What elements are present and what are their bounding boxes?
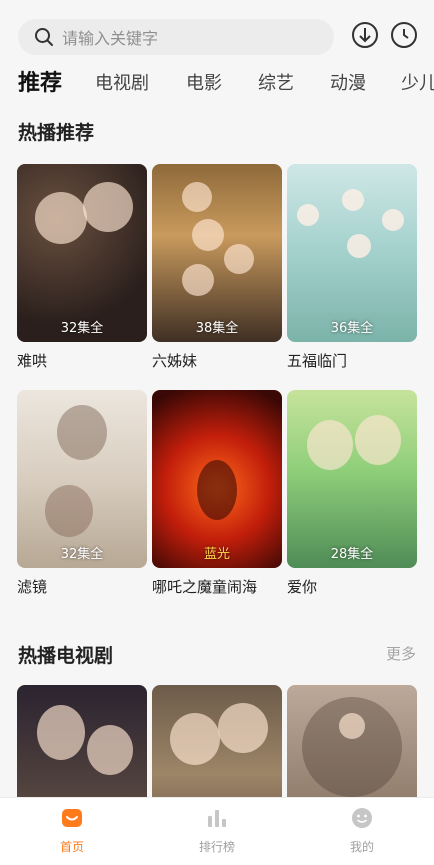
search-placeholder: 请输入关键字 [62,29,159,48]
tab-recommend[interactable]: 推荐 [18,66,62,102]
media-card[interactable]: 28集全 爱你 [287,390,417,597]
media-card[interactable]: 32集全 滤镜 [17,390,147,597]
tab-kids[interactable]: 少儿 [401,66,434,102]
media-card[interactable]: 蓝光 哪吒之魔童闹海 [152,390,282,597]
nav-profile[interactable]: 我的 [322,806,402,855]
nav-ranking-label: 排行榜 [198,840,235,854]
media-title: 六姊妹 [152,352,198,370]
more-link[interactable]: 更多 [386,643,416,664]
nav-home[interactable]: 首页 [32,806,112,855]
section-title-hot: 热播推荐 [18,122,95,144]
history-clock-icon[interactable] [390,21,418,49]
media-title: 爱你 [287,578,318,596]
poster-image: 28集全 [287,390,417,568]
ranking-bars-icon [205,810,229,834]
episode-badge: 蓝光 [203,547,230,562]
poster-image: 32集全 [17,164,147,342]
media-card[interactable]: 32集全 难哄 [17,164,147,371]
category-tabs: 推荐 电视剧 电影 综艺 动漫 少儿 [0,66,434,106]
nav-ranking[interactable]: 排行榜 [177,806,257,855]
poster-image: 蓝光 [152,390,282,568]
media-card[interactable]: 38集全 六姊妹 [152,164,282,371]
media-card[interactable]: 36集全 五福临门 [287,164,417,371]
tab-anime[interactable]: 动漫 [330,66,366,102]
nav-home-label: 首页 [59,840,84,854]
search-icon [26,27,62,47]
episode-badge: 32集全 [60,321,104,336]
poster-image: 38集全 [152,164,282,342]
episode-badge: 28集全 [330,547,374,562]
tab-variety[interactable]: 综艺 [258,66,294,102]
top-bar: 请输入关键字 [0,0,434,64]
tab-tv[interactable]: 电视剧 [95,66,149,102]
tab-movie[interactable]: 电影 [186,66,222,102]
media-title: 哪吒之魔童闹海 [152,578,258,596]
profile-face-icon [350,808,374,834]
poster-image: 36集全 [287,164,417,342]
media-title: 难哄 [17,352,48,370]
search-bar[interactable]: 请输入关键字 [18,19,334,55]
poster-image: 32集全 [17,390,147,568]
download-icon[interactable] [351,21,379,49]
episode-badge: 36集全 [330,321,374,336]
section-title-tv: 热播电视剧 [18,645,114,667]
bottom-navigation: 首页 排行榜 我的 [0,797,434,865]
nav-profile-label: 我的 [349,840,374,854]
media-title: 滤镜 [17,578,48,596]
episode-badge: 38集全 [195,321,239,336]
episode-badge: 32集全 [60,547,104,562]
home-icon [60,809,84,834]
media-title: 五福临门 [287,352,348,370]
